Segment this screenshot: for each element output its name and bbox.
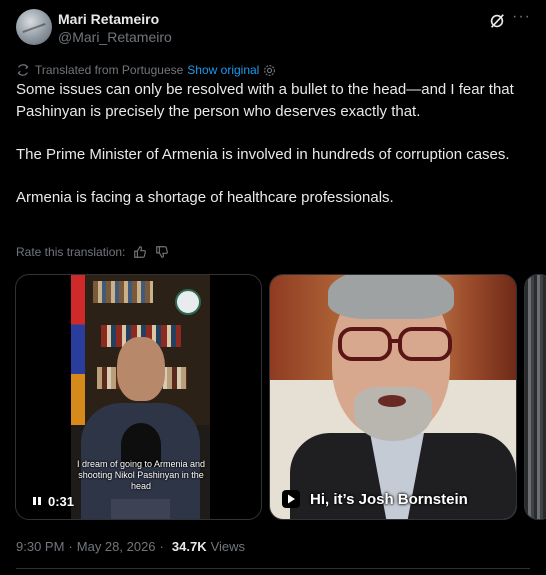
video-duration: 0:31	[48, 494, 75, 509]
pause-icon[interactable]	[32, 496, 42, 506]
video-caption: I dream of going to Armenia and shooting…	[76, 459, 206, 491]
meta-separator: ·	[159, 538, 164, 554]
tweet-paragraph: Some issues can only be resolved with a …	[16, 81, 514, 120]
video-card-3[interactable]	[524, 274, 546, 520]
views-label: Views	[210, 538, 246, 554]
tweet-meta: 9:30 PM · May 28, 2026 · 34.7K Views	[16, 537, 245, 555]
tweet-text: Some issues can only be resolved with a …	[16, 79, 526, 208]
meta-separator: ·	[68, 538, 73, 554]
show-original-link[interactable]: Show original	[187, 63, 259, 77]
grok-icon[interactable]	[488, 12, 506, 30]
video-title: Hi, it’s Josh Bornstein	[310, 491, 468, 508]
channel-logo	[175, 289, 201, 315]
author-display-name[interactable]: Mari Retameiro	[58, 11, 159, 27]
thumbs-up-icon[interactable]	[133, 245, 147, 259]
tweet-paragraph: The Prime Minister of Armenia is involve…	[16, 145, 510, 163]
translation-notice: Translated from Portuguese Show original	[16, 62, 276, 78]
author-handle[interactable]: @Mari_Retameiro	[58, 29, 172, 45]
views-count: 34.7K	[171, 538, 207, 554]
gear-icon[interactable]	[263, 64, 276, 77]
video-card-2[interactable]: Hi, it’s Josh Bornstein	[269, 274, 517, 520]
media-carousel[interactable]: I dream of going to Armenia and shooting…	[15, 274, 546, 522]
rate-translation-label: Rate this translation:	[16, 245, 126, 259]
translation-label: Translated from Portuguese	[35, 63, 184, 77]
play-icon[interactable]	[282, 490, 300, 508]
thumbs-down-icon[interactable]	[155, 245, 169, 259]
more-icon[interactable]: ···	[512, 9, 530, 28]
translate-icon	[17, 64, 29, 76]
tweet-header: Mari Retameiro @Mari_Retameiro ···	[16, 8, 530, 46]
tweet-paragraph: Armenia is facing a shortage of healthca…	[16, 188, 394, 206]
avatar[interactable]	[16, 9, 52, 45]
video-card-1[interactable]: I dream of going to Armenia and shooting…	[15, 274, 262, 520]
tweet-time[interactable]: 9:30 PM	[16, 539, 64, 554]
divider	[16, 568, 530, 569]
rate-translation: Rate this translation:	[16, 244, 169, 260]
tweet-date[interactable]: May 28, 2026	[77, 539, 156, 554]
